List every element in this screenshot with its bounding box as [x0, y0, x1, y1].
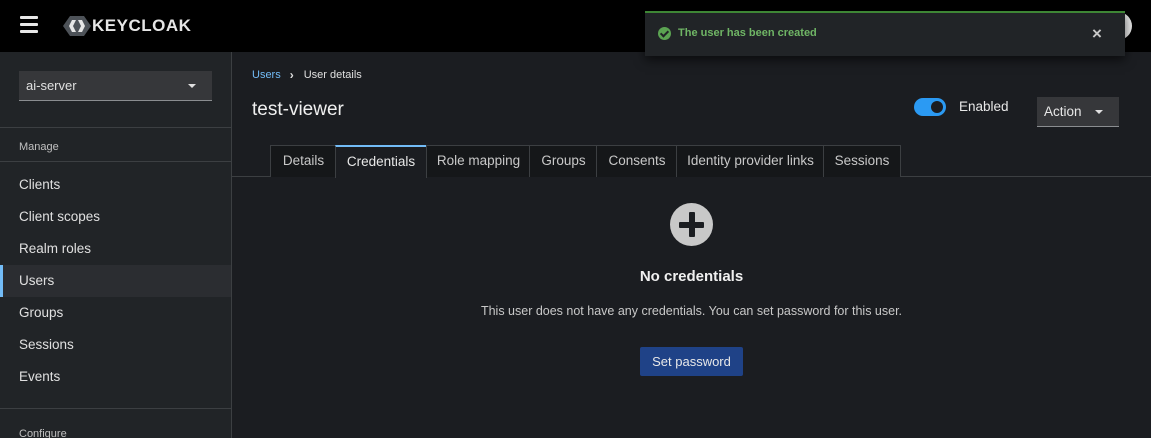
action-dropdown[interactable]: Action	[1037, 97, 1119, 127]
sidebar-item-sessions[interactable]: Sessions	[0, 329, 231, 361]
tab-credentials[interactable]: Credentials	[335, 145, 427, 178]
tab-details[interactable]: Details	[270, 145, 336, 177]
sidebar: ai-server Manage Clients Client scopes R…	[0, 52, 232, 438]
realm-name: ai-server	[26, 78, 77, 93]
divider	[0, 161, 231, 162]
page-title: test-viewer	[252, 99, 344, 120]
sidebar-item-client-scopes[interactable]: Client scopes	[0, 201, 231, 233]
tab-identity-provider-links[interactable]: Identity provider links	[676, 145, 824, 177]
tab-sessions[interactable]: Sessions	[823, 145, 901, 177]
action-label: Action	[1044, 104, 1082, 119]
nav-heading-configure: Configure	[19, 428, 67, 438]
breadcrumb-separator-icon: ›	[289, 68, 294, 82]
divider	[0, 127, 231, 128]
tab-role-mapping[interactable]: Role mapping	[426, 145, 530, 177]
success-toast: The user has been created	[645, 11, 1125, 56]
breadcrumb-current: User details	[303, 69, 362, 81]
toast-close-icon[interactable]: ×	[1092, 25, 1102, 42]
nav-heading-manage: Manage	[19, 141, 59, 153]
caret-down-icon	[188, 84, 196, 88]
tab-groups[interactable]: Groups	[529, 145, 597, 177]
breadcrumb-users-link[interactable]: Users	[252, 69, 281, 81]
hamburger-menu-icon[interactable]	[20, 16, 38, 33]
check-circle-icon	[658, 27, 671, 40]
tab-consents[interactable]: Consents	[596, 145, 677, 177]
caret-down-icon	[1095, 110, 1103, 114]
empty-state-body: This user does not have any credentials.…	[480, 304, 903, 318]
logo-text: KEYCLOAK	[92, 16, 192, 35]
empty-state-title: No credentials	[639, 268, 744, 285]
toast-message: The user has been created	[678, 27, 817, 39]
keycloak-logo-icon	[63, 16, 91, 36]
sidebar-item-groups[interactable]: Groups	[0, 297, 231, 329]
keycloak-logo[interactable]: KEYCLOAK	[62, 14, 191, 38]
sidebar-item-clients[interactable]: Clients	[0, 169, 231, 201]
realm-selector[interactable]: ai-server	[19, 71, 212, 101]
enabled-label: Enabled	[959, 99, 1009, 114]
breadcrumb: Users › User details	[252, 68, 362, 82]
sidebar-item-events[interactable]: Events	[0, 361, 231, 393]
divider	[0, 408, 231, 409]
sidebar-item-users[interactable]: Users	[0, 265, 231, 297]
set-password-button[interactable]: Set password	[640, 347, 743, 376]
plus-circle-icon	[670, 203, 713, 246]
sidebar-item-realm-roles[interactable]: Realm roles	[0, 233, 231, 265]
enabled-toggle[interactable]	[914, 98, 946, 116]
